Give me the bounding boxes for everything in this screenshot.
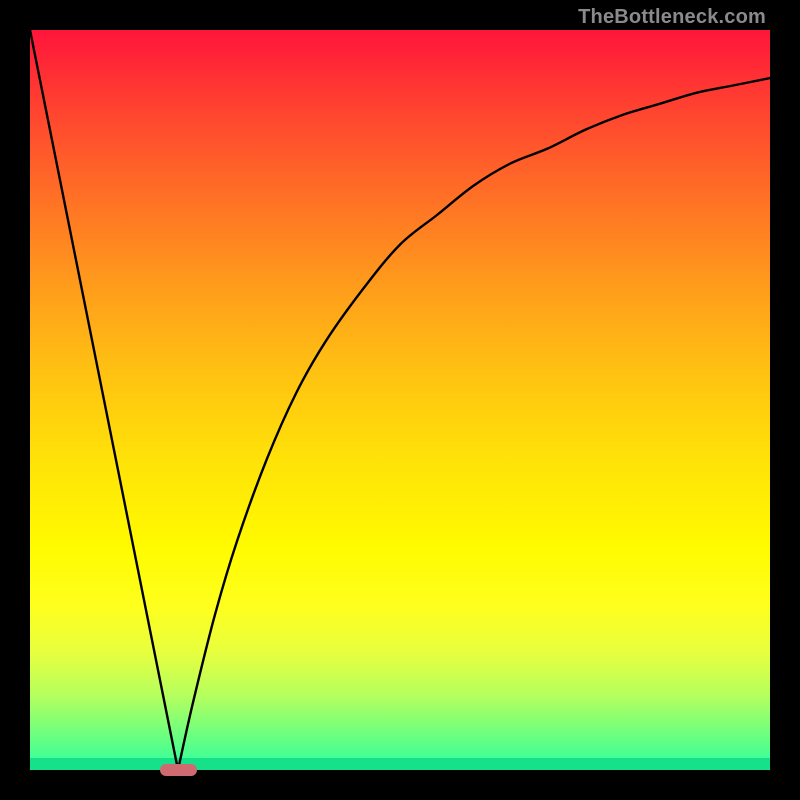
chart-left-line xyxy=(30,30,178,770)
chart-right-curve xyxy=(178,78,770,770)
watermark-text: TheBottleneck.com xyxy=(578,6,766,29)
chart-curve-layer xyxy=(30,30,770,770)
valley-marker xyxy=(160,764,197,776)
chart-frame: TheBottleneck.com xyxy=(0,0,800,800)
